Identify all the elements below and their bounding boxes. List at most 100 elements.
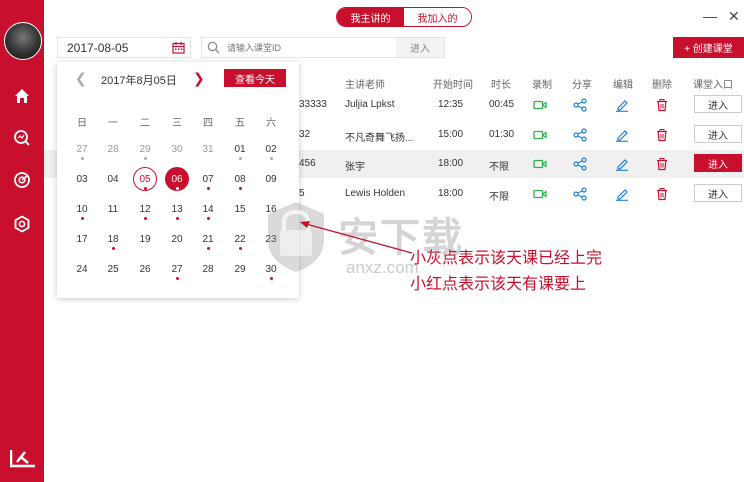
search-input[interactable] [225, 41, 389, 54]
start-time: 15:00 [438, 129, 464, 140]
start-time: 18:00 [438, 188, 464, 199]
upcoming-dot [206, 187, 210, 190]
history-search-icon[interactable] [12, 128, 32, 148]
search-field: 进入 [201, 37, 445, 58]
share-icon[interactable] [573, 128, 587, 142]
course-id: 32 [299, 129, 311, 140]
delete-icon[interactable] [655, 187, 669, 201]
share-icon[interactable] [573, 157, 587, 171]
share-icon[interactable] [573, 187, 587, 201]
weekday-label: 日 [77, 118, 87, 129]
create-course-button[interactable]: + 创建课堂 [673, 37, 744, 58]
tab-my-lectures[interactable]: 我主讲的 [337, 8, 404, 26]
teacher-name: Juljia Lpkst [345, 99, 395, 110]
calendar-day[interactable]: 11 [101, 197, 125, 221]
annotation-arrow-icon [300, 221, 413, 254]
enter-course-button[interactable]: 进入 [694, 125, 742, 143]
calendar-day[interactable]: 19 [133, 227, 157, 251]
duration: 00:45 [489, 99, 515, 110]
calendar-day[interactable]: 17 [70, 227, 94, 251]
delete-icon[interactable] [655, 98, 669, 112]
upcoming-dot [143, 187, 147, 190]
start-time: 12:35 [438, 99, 464, 110]
calendar-day[interactable]: 04 [101, 167, 125, 191]
upcoming-dot [175, 217, 179, 220]
avatar[interactable] [4, 22, 42, 60]
calendar-day[interactable]: 15 [228, 197, 252, 221]
weekday-label: 四 [203, 118, 213, 129]
calendar-title: 2017年8月05日 [101, 75, 177, 87]
share-icon[interactable] [573, 98, 587, 112]
duration: 不限 [489, 192, 509, 203]
upcoming-dot [269, 277, 273, 280]
calendar-header: ❮ 2017年8月05日 ❯ 查看今天 [57, 68, 299, 88]
enter-course-button[interactable]: 进入 [694, 184, 742, 202]
upcoming-dot [111, 247, 115, 250]
col-edit: 编辑 [613, 80, 633, 91]
delete-icon[interactable] [655, 157, 669, 171]
duration: 01:30 [489, 129, 515, 140]
start-time: 18:00 [438, 158, 464, 169]
prev-month-icon[interactable]: ❮ [75, 70, 87, 87]
col-teacher: 主讲老师 [345, 80, 385, 91]
col-entry: 课堂入口 [693, 80, 733, 91]
edit-icon[interactable] [615, 187, 629, 201]
record-video-icon[interactable] [533, 128, 547, 142]
calendar-day[interactable]: 26 [133, 257, 157, 281]
edit-icon[interactable] [615, 128, 629, 142]
date-picker-field[interactable]: 2017-08-05 [57, 37, 191, 58]
upcoming-dot [80, 217, 84, 220]
minimize-button[interactable]: — [703, 8, 717, 24]
calendar-day[interactable]: 29 [228, 257, 252, 281]
stats-icon[interactable] [12, 170, 32, 190]
date-value: 2017-08-05 [67, 40, 129, 55]
calendar-day[interactable]: 24 [70, 257, 94, 281]
enter-course-button[interactable]: 进入 [694, 95, 742, 113]
calendar-day[interactable]: 20 [165, 227, 189, 251]
calendar-day[interactable]: 09 [259, 167, 283, 191]
tab-joined[interactable]: 我加入的 [404, 8, 471, 26]
today-button[interactable]: 查看今天 [224, 69, 286, 87]
weekday-label: 二 [140, 118, 150, 129]
watermark-sub: anxz.com [346, 258, 419, 277]
delete-icon[interactable] [655, 128, 669, 142]
completed-dot [269, 157, 273, 160]
close-button[interactable]: ✕ [728, 8, 740, 25]
calendar-popup: ❮ 2017年8月05日 ❯ 查看今天 日一二三四五六 27 28 29 30 31 01 0… [57, 62, 299, 298]
col-delete: 删除 [652, 80, 672, 91]
calendar-day[interactable]: 31 [196, 137, 220, 161]
search-join-button[interactable]: 进入 [396, 38, 444, 57]
upcoming-dot [206, 247, 210, 250]
home-icon[interactable] [12, 86, 32, 106]
calendar-icon[interactable] [172, 41, 185, 54]
teacher-name: Lewis Holden [345, 188, 406, 199]
course-id: 5 [299, 188, 305, 199]
calendar-day[interactable]: 28 [196, 257, 220, 281]
enter-course-button[interactable]: 进入 [694, 154, 742, 172]
edit-icon[interactable] [615, 157, 629, 171]
upcoming-dot [238, 247, 242, 250]
course-id: 456 [299, 158, 316, 169]
annotation-red-dot: 小红点表示该天有课要上 [410, 276, 587, 293]
calendar-day[interactable]: 30 [165, 137, 189, 161]
upcoming-dot [143, 217, 147, 220]
record-video-icon[interactable] [533, 187, 547, 201]
teacher-name: 张宇 [345, 162, 365, 173]
course-tabs: 我主讲的 我加入的 [336, 7, 472, 27]
teacher-name: 不凡奇舞飞扬... [345, 133, 414, 144]
calendar-day[interactable]: 03 [70, 167, 94, 191]
edit-icon[interactable] [615, 98, 629, 112]
col-duration: 时长 [491, 80, 511, 91]
completed-dot [80, 157, 84, 160]
weekday-label: 五 [235, 118, 245, 129]
calendar-day[interactable]: 25 [101, 257, 125, 281]
record-video-icon[interactable] [533, 98, 547, 112]
annotation-grey-dot: 小灰点表示该天课已经上完 [410, 250, 603, 267]
search-icon [207, 41, 220, 54]
next-month-icon[interactable]: ❯ [193, 70, 205, 87]
completed-dot [238, 157, 242, 160]
calendar-day[interactable]: 28 [101, 137, 125, 161]
settings-icon[interactable] [12, 214, 32, 234]
upcoming-dot [175, 277, 179, 280]
record-video-icon[interactable] [533, 157, 547, 171]
